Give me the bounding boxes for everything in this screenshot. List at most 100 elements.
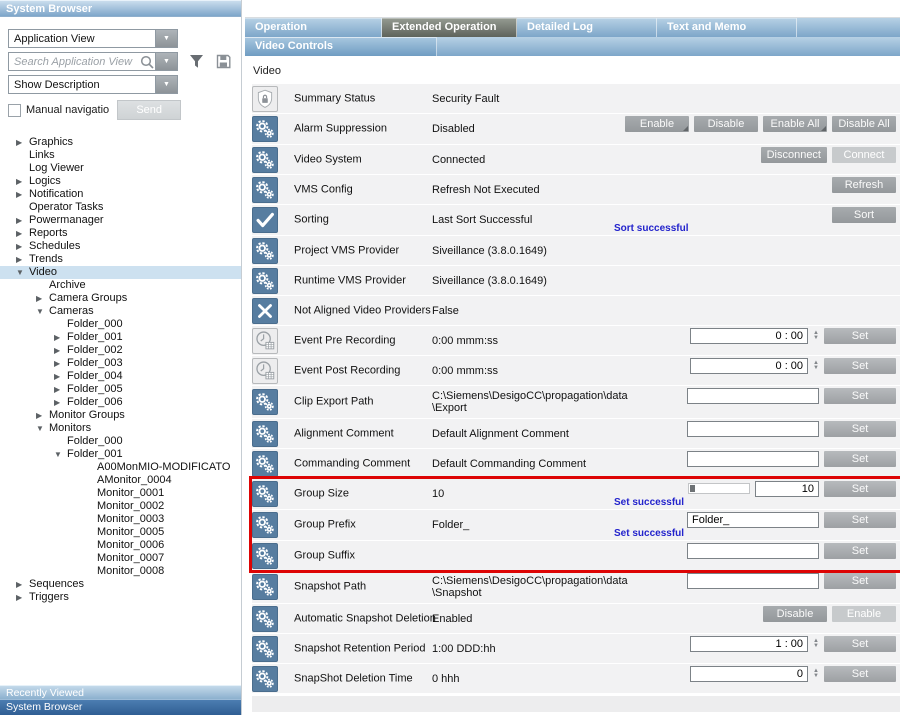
tree-expanded-icon[interactable]: ▼ [16, 266, 29, 279]
snapshot-deletion-time-input[interactable] [690, 666, 808, 682]
tab-video-controls[interactable]: Video Controls [245, 37, 437, 56]
set-button[interactable]: Set [824, 451, 896, 467]
group-size-slider[interactable] [688, 483, 750, 494]
slider-handle[interactable] [690, 485, 695, 492]
snapshot-retention-period-input[interactable] [690, 636, 808, 652]
manual-navigation-checkbox[interactable] [8, 104, 21, 117]
disable-button[interactable]: Disable [694, 116, 758, 132]
tree-item-triggers[interactable]: ▶Triggers [0, 591, 241, 604]
tab-detailed-log[interactable]: Detailed Log [517, 18, 657, 37]
group-size-input[interactable] [755, 481, 819, 497]
spinner-arrows-icon[interactable]: ▲▼ [813, 358, 819, 374]
tree-item-monitor-0008[interactable]: Monitor_0008 [0, 565, 241, 578]
clip-export-path-input[interactable] [687, 388, 819, 404]
chevron-down-icon[interactable]: ▼ [155, 30, 177, 47]
set-button[interactable]: Set [824, 388, 896, 404]
tree-collapsed-icon[interactable]: ▶ [54, 396, 67, 409]
tree-collapsed-icon[interactable]: ▶ [54, 357, 67, 370]
set-button[interactable]: Set [824, 328, 896, 344]
tree-expanded-icon[interactable]: ▼ [36, 305, 49, 318]
tree-item-monitor-0002[interactable]: Monitor_0002 [0, 500, 241, 513]
set-button[interactable]: Set [824, 543, 896, 559]
group-prefix-input[interactable] [687, 512, 819, 528]
sort-button[interactable]: Sort [832, 207, 896, 223]
commanding-comment-input[interactable] [687, 451, 819, 467]
tree-item-logics[interactable]: ▶Logics [0, 175, 241, 188]
tree-item-amonitor-0004[interactable]: AMonitor_0004 [0, 474, 241, 487]
disconnect-button[interactable]: Disconnect [761, 147, 827, 163]
disable-all-button[interactable]: Disable All [832, 116, 896, 132]
tree-item-folder-006[interactable]: ▶Folder_006 [0, 396, 241, 409]
snapshot-path-input[interactable] [687, 573, 819, 589]
set-button[interactable]: Set [824, 512, 896, 528]
tree-collapsed-icon[interactable]: ▶ [16, 136, 29, 149]
tree-item-folder-003[interactable]: ▶Folder_003 [0, 357, 241, 370]
tab-text-and-memo[interactable]: Text and Memo [657, 18, 797, 37]
spinner-arrows-icon[interactable]: ▲▼ [813, 636, 819, 652]
tree-item-schedules[interactable]: ▶Schedules [0, 240, 241, 253]
tree-item-cameras[interactable]: ▼Cameras [0, 305, 241, 318]
tree-item-folder-001[interactable]: ▼Folder_001 [0, 448, 241, 461]
event-pre-recording-input[interactable] [690, 328, 808, 344]
spinner-arrows-icon[interactable]: ▲▼ [813, 666, 819, 682]
tree-item-monitor-0005[interactable]: Monitor_0005 [0, 526, 241, 539]
refresh-button[interactable]: Refresh [832, 177, 896, 193]
recently-viewed-bar[interactable]: Recently Viewed [0, 685, 241, 699]
tree-item-monitor-0006[interactable]: Monitor_0006 [0, 539, 241, 552]
tree-item-log-viewer[interactable]: Log Viewer [0, 162, 241, 175]
tree-item-links[interactable]: Links [0, 149, 241, 162]
alignment-comment-input[interactable] [687, 421, 819, 437]
spinner-arrows-icon[interactable]: ▲▼ [813, 328, 819, 344]
tree-item-monitors[interactable]: ▼Monitors [0, 422, 241, 435]
tree-collapsed-icon[interactable]: ▶ [16, 175, 29, 188]
chevron-down-icon[interactable]: ▼ [155, 76, 177, 93]
search-chevron-down-icon[interactable]: ▼ [155, 53, 177, 70]
tree-collapsed-icon[interactable]: ▶ [54, 370, 67, 383]
tree-item-folder-005[interactable]: ▶Folder_005 [0, 383, 241, 396]
set-button[interactable]: Set [824, 358, 896, 374]
tree-collapsed-icon[interactable]: ▶ [54, 344, 67, 357]
tree-collapsed-icon[interactable]: ▶ [16, 591, 29, 604]
save-icon[interactable] [215, 53, 232, 70]
tree-expanded-icon[interactable]: ▼ [36, 422, 49, 435]
tree-collapsed-icon[interactable]: ▶ [16, 214, 29, 227]
tree-collapsed-icon[interactable]: ▶ [16, 240, 29, 253]
tree-collapsed-icon[interactable]: ▶ [54, 331, 67, 344]
enable-all-button[interactable]: Enable All [763, 116, 827, 132]
tree-item-camera-groups[interactable]: ▶Camera Groups [0, 292, 241, 305]
tree-item-trends[interactable]: ▶Trends [0, 253, 241, 266]
tree-collapsed-icon[interactable]: ▶ [16, 578, 29, 591]
tree-item-archive[interactable]: Archive [0, 279, 241, 292]
enable-button[interactable]: Enable [625, 116, 689, 132]
tree-item-notification[interactable]: ▶Notification [0, 188, 241, 201]
tree-item-powermanager[interactable]: ▶Powermanager [0, 214, 241, 227]
tree-item-video[interactable]: ▼Video [0, 266, 241, 279]
tree-collapsed-icon[interactable]: ▶ [16, 253, 29, 266]
tree-item-sequences[interactable]: ▶Sequences [0, 578, 241, 591]
view-selector-dropdown[interactable]: Application View ▼ [8, 29, 178, 48]
event-post-recording-input[interactable] [690, 358, 808, 374]
filter-icon[interactable] [188, 53, 205, 70]
tree-item-folder-001[interactable]: ▶Folder_001 [0, 331, 241, 344]
tab-extended-operation[interactable]: Extended Operation [382, 18, 517, 37]
send-button[interactable]: Send [117, 100, 181, 120]
tree-item-folder-000[interactable]: Folder_000 [0, 435, 241, 448]
set-button[interactable]: Set [824, 481, 896, 497]
tree-item-folder-004[interactable]: ▶Folder_004 [0, 370, 241, 383]
search-box[interactable]: ▼ [8, 52, 178, 71]
tree-item-folder-000[interactable]: Folder_000 [0, 318, 241, 331]
tree-expanded-icon[interactable]: ▼ [54, 448, 67, 461]
set-button[interactable]: Set [824, 636, 896, 652]
tree-collapsed-icon[interactable]: ▶ [16, 188, 29, 201]
tree-item-monitor-0007[interactable]: Monitor_0007 [0, 552, 241, 565]
tree-collapsed-icon[interactable]: ▶ [16, 227, 29, 240]
tree-item-a00monmio-modificato[interactable]: A00MonMIO-MODIFICATO [0, 461, 241, 474]
enable-button[interactable]: Enable [832, 606, 896, 622]
tree-item-folder-002[interactable]: ▶Folder_002 [0, 344, 241, 357]
tree-item-reports[interactable]: ▶Reports [0, 227, 241, 240]
group-suffix-input[interactable] [687, 543, 819, 559]
tree-item-graphics[interactable]: ▶Graphics [0, 136, 241, 149]
set-button[interactable]: Set [824, 573, 896, 589]
connect-button[interactable]: Connect [832, 147, 896, 163]
disable-button[interactable]: Disable [763, 606, 827, 622]
